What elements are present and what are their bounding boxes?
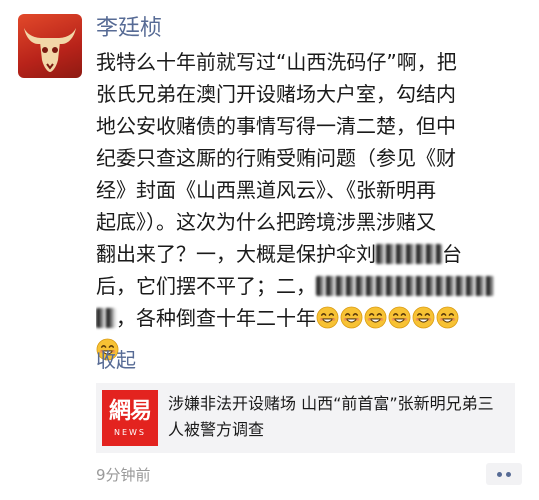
post-text-segment: ，各种倒查十年二十年 bbox=[116, 306, 316, 330]
grinning-face-emoji bbox=[412, 306, 435, 329]
bull-skull-icon bbox=[24, 28, 76, 72]
redacted-text bbox=[96, 308, 116, 328]
post-text-line: 起底》）。这次为什么把跨境涉黑涉赌又 bbox=[96, 210, 436, 234]
post-text-segment: 后，它们摆不平了；二， bbox=[96, 274, 316, 298]
post-text: 我特么十年前就写过“山西洗码仔”啊，把 张氏兄弟在澳门开设赌场大户室，勾结内 地… bbox=[96, 46, 512, 366]
post-text-segment: 台 bbox=[442, 242, 462, 266]
grinning-face-emoji bbox=[364, 306, 387, 329]
post-text-line: 我特么十年前就写过“山西洗码仔”啊，把 bbox=[96, 50, 457, 74]
logo-subtext: NEWS bbox=[113, 428, 147, 437]
post-text-line: ，各种倒查十年二十年 bbox=[96, 302, 512, 334]
redacted-text bbox=[376, 244, 442, 264]
link-title: 涉嫌非法开设赌场 山西“前首富”张新明兄弟三人被警方调查 bbox=[168, 394, 494, 439]
netease-news-logo: 網易 NEWS bbox=[102, 390, 158, 446]
dot-icon bbox=[497, 472, 502, 477]
post-text-line bbox=[96, 334, 512, 366]
post-text-line: 经》封面《山西黑道风云》、《张新明再 bbox=[96, 178, 436, 202]
shared-link-card[interactable]: 網易 NEWS 涉嫌非法开设赌场 山西“前首富”张新明兄弟三人被警方调查 bbox=[96, 383, 515, 453]
avatar[interactable] bbox=[18, 14, 82, 78]
more-actions-button[interactable] bbox=[486, 463, 522, 485]
post-text-segment: 翻出来了？一，大概是保护伞刘 bbox=[96, 242, 376, 266]
redacted-text bbox=[316, 276, 494, 296]
post-text-line: 张氏兄弟在澳门开设赌场大户室，勾结内 bbox=[96, 82, 456, 106]
post-timestamp: 9分钟前 bbox=[96, 466, 151, 484]
post-text-line: 纪委只查这厮的行贿受贿问题（参见《财 bbox=[96, 146, 456, 170]
grinning-face-emoji bbox=[388, 306, 411, 329]
grinning-face-emoji bbox=[340, 306, 363, 329]
dot-icon bbox=[506, 472, 511, 477]
grinning-face-emoji bbox=[436, 306, 459, 329]
collapse-link[interactable]: 收起 bbox=[96, 346, 136, 374]
post-text-line: 地公安收赌债的事情写得一清二楚，但中 bbox=[96, 114, 456, 138]
author-name[interactable]: 李廷桢 bbox=[96, 14, 162, 44]
post-text-line: 后，它们摆不平了；二， bbox=[96, 270, 512, 302]
post-text-line: 翻出来了？一，大概是保护伞刘 台 bbox=[96, 238, 512, 270]
logo-text: 網易 bbox=[108, 398, 152, 424]
grinning-face-emoji bbox=[316, 306, 339, 329]
